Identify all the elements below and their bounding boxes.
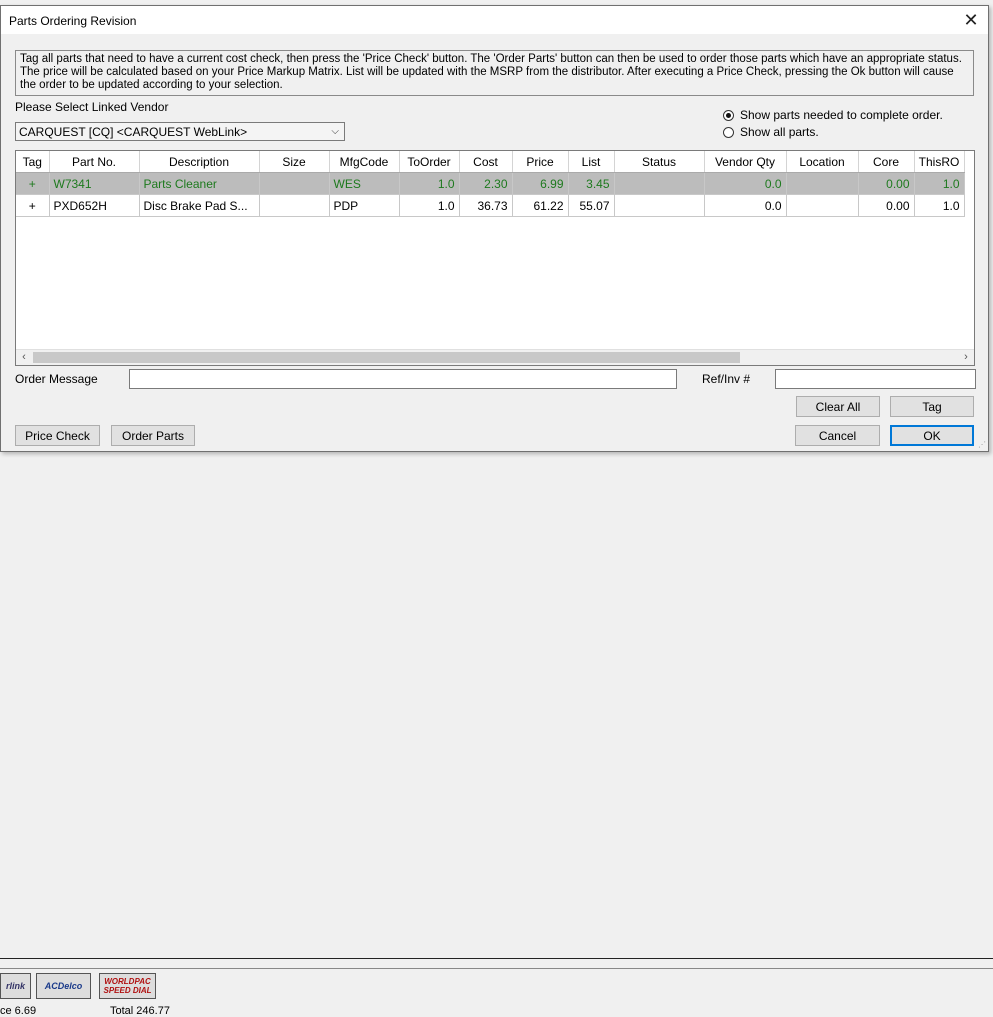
worldpac-speed-dial-button[interactable]: WORLDPAC SPEED DIAL bbox=[99, 973, 156, 999]
col-header-vendor-qty[interactable]: Vendor Qty bbox=[704, 151, 787, 173]
cell-tag[interactable]: + bbox=[16, 194, 50, 217]
status-price: ce 6.69 bbox=[0, 1005, 37, 1017]
col-header-core[interactable]: Core bbox=[858, 151, 915, 173]
horizontal-scrollbar[interactable]: ‹ › bbox=[16, 349, 974, 365]
ok-button[interactable]: OK bbox=[890, 425, 974, 446]
grid-header: Tag Part No. Description Size MfgCode To… bbox=[16, 151, 965, 173]
col-header-status[interactable]: Status bbox=[614, 151, 705, 173]
radio-selected-icon bbox=[723, 109, 734, 121]
order-parts-button[interactable]: Order Parts bbox=[111, 425, 195, 446]
cell-thisro[interactable]: 1.0 bbox=[914, 194, 965, 217]
cell-vendor-qty[interactable]: 0.0 bbox=[704, 172, 787, 195]
cell-toorder[interactable]: 1.0 bbox=[399, 172, 460, 195]
cancel-button[interactable]: Cancel bbox=[795, 425, 880, 446]
price-check-button[interactable]: Price Check bbox=[15, 425, 100, 446]
col-header-location[interactable]: Location bbox=[786, 151, 859, 173]
cell-toorder[interactable]: 1.0 bbox=[399, 194, 460, 217]
weblink-button[interactable]: rlink bbox=[0, 973, 31, 999]
cell-price[interactable]: 6.99 bbox=[512, 172, 569, 195]
cell-location[interactable] bbox=[786, 194, 859, 217]
tag-button[interactable]: Tag bbox=[890, 396, 974, 417]
divider bbox=[0, 968, 993, 969]
col-header-thisro[interactable]: ThisRO bbox=[914, 151, 965, 173]
radio-show-all-label: Show all parts. bbox=[740, 125, 819, 139]
dialog-title: Parts Ordering Revision bbox=[9, 14, 137, 28]
cell-description[interactable]: Disc Brake Pad S... bbox=[139, 194, 260, 217]
ref-inv-input[interactable] bbox=[775, 369, 976, 389]
col-header-mfgcode[interactable]: MfgCode bbox=[329, 151, 400, 173]
cell-status[interactable] bbox=[614, 172, 705, 195]
col-header-part-no[interactable]: Part No. bbox=[49, 151, 140, 173]
radio-show-all[interactable]: Show all parts. bbox=[723, 125, 819, 139]
cell-size[interactable] bbox=[259, 194, 330, 217]
cell-core[interactable]: 0.00 bbox=[858, 172, 915, 195]
col-header-list[interactable]: List bbox=[568, 151, 615, 173]
clear-all-button[interactable]: Clear All bbox=[796, 396, 880, 417]
cell-status[interactable] bbox=[614, 194, 705, 217]
scrollbar-thumb[interactable] bbox=[33, 352, 740, 363]
col-header-tag[interactable]: Tag bbox=[16, 151, 50, 173]
parts-grid[interactable]: Tag Part No. Description Size MfgCode To… bbox=[15, 150, 975, 366]
radio-show-needed[interactable]: Show parts needed to complete order. bbox=[723, 108, 943, 122]
cell-cost[interactable]: 2.30 bbox=[459, 172, 513, 195]
cell-vendor-qty[interactable]: 0.0 bbox=[704, 194, 787, 217]
vendor-label: Please Select Linked Vendor bbox=[15, 100, 169, 114]
acdelco-button[interactable]: ACDelco bbox=[36, 973, 91, 999]
parts-ordering-dialog: Parts Ordering Revision ✕ Tag all parts … bbox=[0, 5, 989, 452]
col-header-price[interactable]: Price bbox=[512, 151, 569, 173]
cell-core[interactable]: 0.00 bbox=[858, 194, 915, 217]
col-header-size[interactable]: Size bbox=[259, 151, 330, 173]
title-bar: Parts Ordering Revision ✕ bbox=[1, 6, 988, 34]
cell-price[interactable]: 61.22 bbox=[512, 194, 569, 217]
close-icon[interactable]: ✕ bbox=[960, 9, 982, 31]
status-total: Total 246.77 bbox=[110, 1005, 170, 1017]
vendor-select[interactable]: CARQUEST [CQ] <CARQUEST WebLink> ⌵ bbox=[15, 122, 345, 141]
table-row[interactable]: + PXD652H Disc Brake Pad S... PDP 1.0 36… bbox=[16, 194, 965, 217]
ref-inv-label: Ref/Inv # bbox=[702, 372, 751, 386]
cell-part-no[interactable]: PXD652H bbox=[49, 194, 140, 217]
cell-list[interactable]: 3.45 bbox=[568, 172, 615, 195]
cell-mfgcode[interactable]: PDP bbox=[329, 194, 400, 217]
cell-mfgcode[interactable]: WES bbox=[329, 172, 400, 195]
cell-tag[interactable]: + bbox=[16, 172, 50, 195]
chevron-down-icon: ⌵ bbox=[331, 126, 339, 137]
divider bbox=[0, 958, 993, 959]
cell-part-no[interactable]: W7341 bbox=[49, 172, 140, 195]
resize-grip-icon[interactable]: ⋰ bbox=[978, 440, 986, 449]
cell-description[interactable]: Parts Cleaner bbox=[139, 172, 260, 195]
col-header-description[interactable]: Description bbox=[139, 151, 260, 173]
scroll-right-icon[interactable]: › bbox=[959, 350, 973, 365]
background-app: rlink ACDelco WORLDPAC SPEED DIAL ce 6.6… bbox=[0, 455, 993, 1017]
instructions-text: Tag all parts that need to have a curren… bbox=[15, 50, 974, 96]
parts-table: Tag Part No. Description Size MfgCode To… bbox=[16, 151, 965, 217]
cell-size[interactable] bbox=[259, 172, 330, 195]
radio-show-needed-label: Show parts needed to complete order. bbox=[740, 108, 943, 122]
col-header-toorder[interactable]: ToOrder bbox=[399, 151, 460, 173]
table-row[interactable]: + W7341 Parts Cleaner WES 1.0 2.30 6.99 … bbox=[16, 172, 965, 195]
scroll-left-icon[interactable]: ‹ bbox=[17, 350, 31, 365]
cell-cost[interactable]: 36.73 bbox=[459, 194, 513, 217]
order-message-input[interactable] bbox=[129, 369, 677, 389]
col-header-cost[interactable]: Cost bbox=[459, 151, 513, 173]
vendor-select-value: CARQUEST [CQ] <CARQUEST WebLink> bbox=[19, 125, 248, 139]
order-message-label: Order Message bbox=[15, 372, 98, 386]
cell-list[interactable]: 55.07 bbox=[568, 194, 615, 217]
radio-unselected-icon bbox=[723, 126, 734, 138]
cell-thisro[interactable]: 1.0 bbox=[914, 172, 965, 195]
cell-location[interactable] bbox=[786, 172, 859, 195]
